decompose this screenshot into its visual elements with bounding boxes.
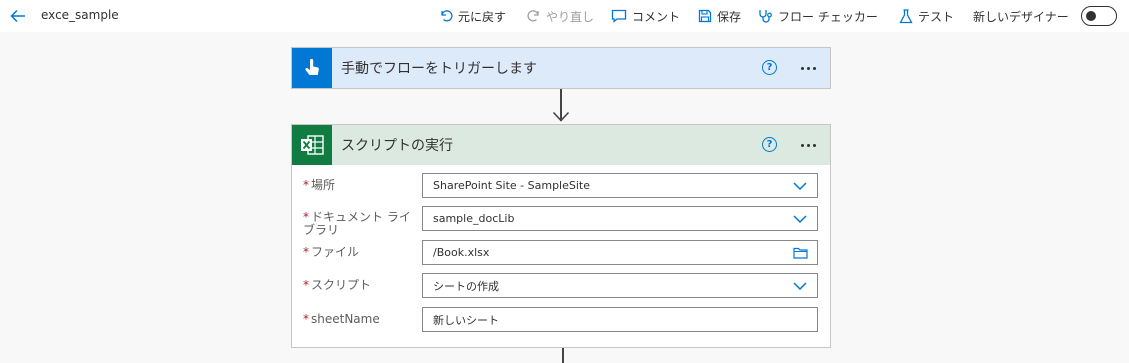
redo-icon xyxy=(527,10,539,22)
help-icon[interactable]: ? xyxy=(762,60,777,75)
file-value: /Book.xlsx xyxy=(433,246,490,259)
flow-checker-label: フロー チェッカー xyxy=(778,9,878,24)
undo-label: 元に戻す xyxy=(458,9,507,24)
toggle-knob xyxy=(1086,10,1096,21)
script-dropdown[interactable]: シートの作成 xyxy=(422,273,818,298)
chevron-down-icon xyxy=(792,179,808,193)
test-label: テスト xyxy=(918,9,955,24)
sheetname-value: 新しいシート xyxy=(433,313,499,327)
connector-arrow-icon xyxy=(552,111,570,122)
command-bar: exce_sample 元に戻す やり直し コメント 保存 フロー チェッカー … xyxy=(0,0,1129,32)
save-button[interactable]: 保存 xyxy=(698,5,741,27)
help-icon[interactable]: ? xyxy=(762,137,777,152)
undo-icon xyxy=(441,10,453,22)
location-dropdown[interactable]: SharePoint Site - SampleSite xyxy=(422,173,818,198)
more-options-icon[interactable] xyxy=(796,58,820,78)
connector-line-bottom xyxy=(562,347,564,363)
save-icon xyxy=(698,9,712,23)
redo-button[interactable]: やり直し xyxy=(527,5,594,27)
script-value: シートの作成 xyxy=(433,279,499,293)
test-button[interactable]: テスト xyxy=(899,5,954,27)
new-designer-label: 新しいデザイナー xyxy=(973,9,1069,24)
new-designer-toggle[interactable] xyxy=(1081,6,1117,26)
flow-checker-button[interactable]: フロー チェッカー xyxy=(758,5,878,27)
action-title: スクリプトの実行 xyxy=(341,138,453,154)
trigger-card-header[interactable]: 手動でフローをトリガーします ? xyxy=(292,48,830,88)
file-picker-field[interactable]: /Book.xlsx xyxy=(422,240,818,265)
document-library-label: * ドキュメント ライブラリ xyxy=(303,210,411,237)
chevron-down-icon xyxy=(792,279,808,293)
sheetname-label: * sheetName xyxy=(303,312,380,326)
script-label: * スクリプト xyxy=(303,278,372,292)
excel-icon xyxy=(292,125,332,165)
location-value: SharePoint Site - SampleSite xyxy=(433,179,590,192)
sheetname-input[interactable]: 新しいシート xyxy=(422,307,818,332)
location-label: * 場所 xyxy=(303,178,336,192)
more-options-icon[interactable] xyxy=(796,135,820,155)
back-arrow-icon[interactable] xyxy=(8,6,28,26)
undo-button[interactable]: 元に戻す xyxy=(439,5,506,27)
chevron-down-icon xyxy=(792,212,808,226)
flow-name: exce_sample xyxy=(41,8,119,22)
hand-pointer-icon xyxy=(292,48,332,88)
comment-icon xyxy=(611,9,627,23)
trigger-card[interactable]: 手動でフローをトリガーします ? xyxy=(291,47,831,89)
action-card[interactable]: スクリプトの実行 ? * 場所 SharePoint Site - SampleS… xyxy=(291,124,831,348)
trigger-title: 手動でフローをトリガーします xyxy=(341,61,537,77)
folder-icon[interactable] xyxy=(792,246,808,260)
save-label: 保存 xyxy=(717,9,742,24)
file-label: * ファイル xyxy=(303,245,360,259)
document-library-dropdown[interactable]: sample_docLib xyxy=(422,206,818,231)
stethoscope-icon xyxy=(759,9,772,23)
action-form: * 場所 SharePoint Site - SampleSite * ドキュメント… xyxy=(292,165,830,347)
comment-button[interactable]: コメント xyxy=(611,5,680,27)
redo-label: やり直し xyxy=(546,9,595,24)
comment-label: コメント xyxy=(632,9,681,24)
document-library-value: sample_docLib xyxy=(433,212,515,225)
action-card-header[interactable]: スクリプトの実行 ? xyxy=(292,125,830,165)
beaker-icon xyxy=(899,8,913,23)
